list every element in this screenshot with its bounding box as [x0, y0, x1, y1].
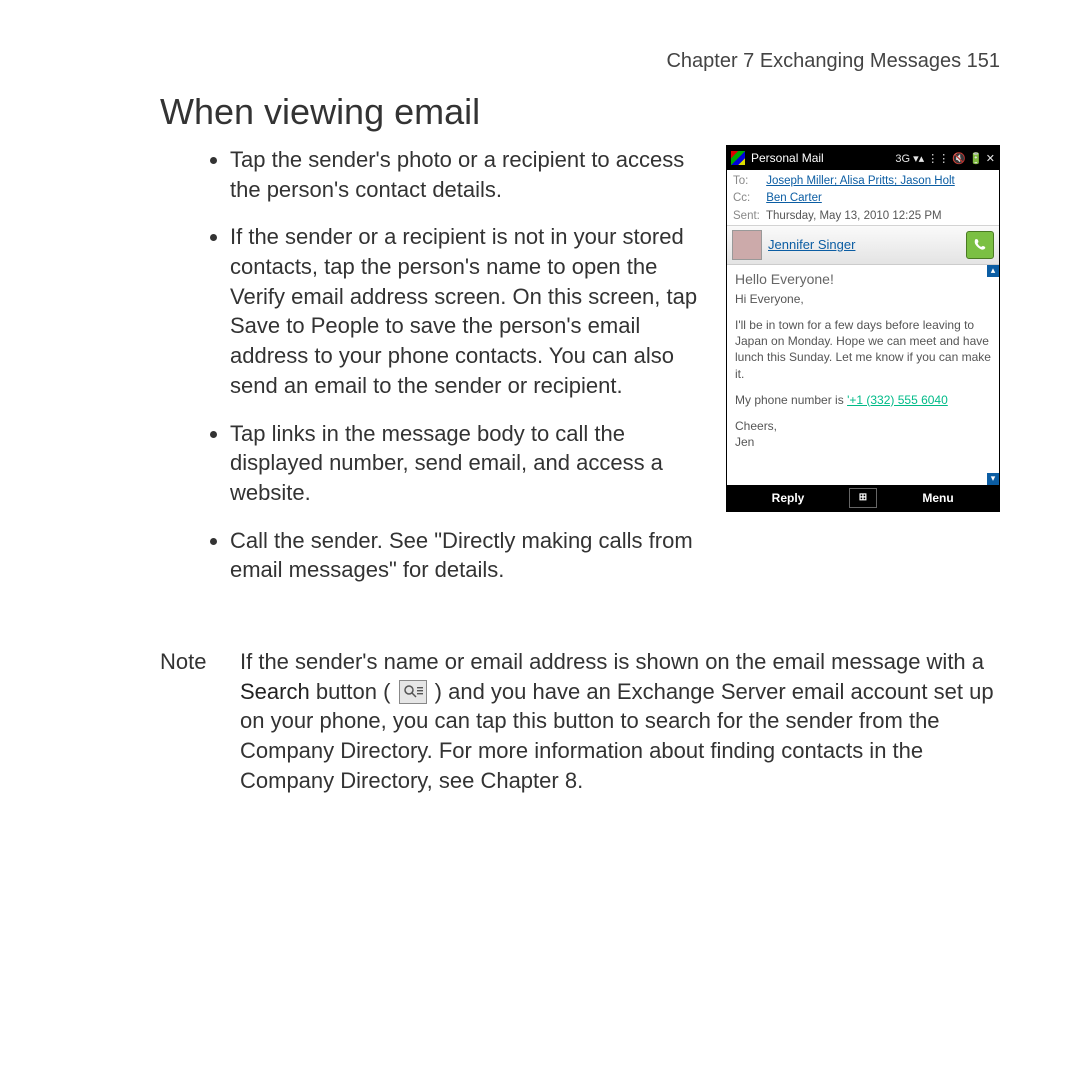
note-label: Note	[160, 647, 220, 795]
sender-name-link[interactable]: Jennifer Singer	[768, 237, 960, 252]
cc-label: Cc:	[733, 190, 763, 207]
sent-value: Thursday, May 13, 2010 12:25 PM	[766, 210, 942, 222]
sender-avatar[interactable]	[732, 230, 762, 260]
call-sender-button[interactable]	[966, 231, 994, 259]
section-title: When viewing email	[160, 91, 1000, 133]
mail-body: ▴ Hello Everyone! Hi Everyone, I'll be i…	[727, 265, 999, 485]
to-recipients[interactable]: Joseph Miller; Alisa Pritts; Jason Holt	[766, 175, 955, 187]
phone-titlebar: Personal Mail 3G ▾▴ ⋮⋮ 🔇 🔋 ✕	[727, 146, 999, 170]
mail-signoff: Cheers, Jen	[735, 418, 991, 450]
phone-screenshot: Personal Mail 3G ▾▴ ⋮⋮ 🔇 🔋 ✕ To: Joseph …	[726, 145, 1000, 512]
note-body: If the sender's name or email address is…	[240, 647, 1000, 795]
softkey-menu[interactable]: Menu	[877, 491, 999, 505]
bullet-item: Tap links in the message body to call th…	[230, 419, 704, 508]
scroll-up-icon[interactable]: ▴	[987, 265, 999, 277]
search-word: Search	[240, 679, 310, 704]
page-header: Chapter 7 Exchanging Messages 151	[160, 50, 1000, 73]
note-text: If the sender's name or email address is…	[240, 649, 984, 674]
search-icon	[399, 680, 427, 704]
to-label: To:	[733, 173, 763, 190]
bullet-item: If the sender or a recipient is not in y…	[230, 222, 704, 400]
mail-header: To: Joseph Miller; Alisa Pritts; Jason H…	[727, 170, 999, 226]
scroll-down-icon[interactable]: ▾	[987, 473, 999, 485]
os-flag-icon	[731, 151, 745, 165]
mail-text: My phone number is	[735, 393, 847, 407]
mail-subject: Hello Everyone!	[735, 271, 991, 287]
phone-number-link[interactable]: '+1 (332) 555 6040	[847, 393, 948, 407]
mail-paragraph: My phone number is '+1 (332) 555 6040	[735, 392, 991, 408]
signoff-line: Jen	[735, 435, 754, 449]
bullet-item: Tap the sender's photo or a recipient to…	[230, 145, 704, 204]
app-title: Personal Mail	[751, 151, 824, 165]
bullet-list: Tap the sender's photo or a recipient to…	[160, 145, 704, 585]
mail-greeting: Hi Everyone,	[735, 291, 991, 307]
cc-recipients[interactable]: Ben Carter	[766, 192, 822, 204]
signoff-line: Cheers,	[735, 419, 777, 433]
bullet-item: Call the sender. See "Directly making ca…	[230, 526, 704, 585]
note-text: button (	[310, 679, 397, 704]
status-icons: 3G ▾▴ ⋮⋮ 🔇 🔋 ✕	[895, 152, 995, 165]
softkey-bar: Reply ⊞ Menu	[727, 485, 999, 511]
softkey-grid-icon[interactable]: ⊞	[849, 488, 877, 508]
sent-label: Sent:	[733, 208, 763, 225]
softkey-reply[interactable]: Reply	[727, 491, 849, 505]
mail-paragraph: I'll be in town for a few days before le…	[735, 317, 991, 382]
